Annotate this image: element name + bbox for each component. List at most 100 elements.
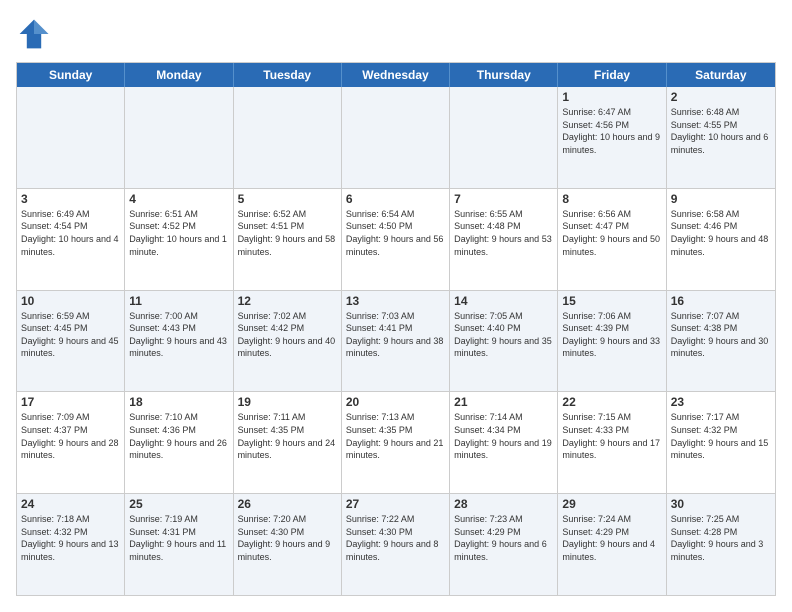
header-day-saturday: Saturday xyxy=(667,63,775,87)
day-info: Sunrise: 6:56 AM Sunset: 4:47 PM Dayligh… xyxy=(562,208,661,258)
day-number: 25 xyxy=(129,497,228,511)
day-info: Sunrise: 6:48 AM Sunset: 4:55 PM Dayligh… xyxy=(671,106,771,156)
day-cell-empty-0-4 xyxy=(450,87,558,188)
day-info: Sunrise: 7:05 AM Sunset: 4:40 PM Dayligh… xyxy=(454,310,553,360)
header-day-friday: Friday xyxy=(558,63,666,87)
day-info: Sunrise: 7:11 AM Sunset: 4:35 PM Dayligh… xyxy=(238,411,337,461)
day-cell-8: 8 Sunrise: 6:56 AM Sunset: 4:47 PM Daylig… xyxy=(558,189,666,290)
day-cell-10: 10Sunrise: 6:59 AM Sunset: 4:45 PM Dayli… xyxy=(17,291,125,392)
day-cell-empty-0-3 xyxy=(342,87,450,188)
day-info: Sunrise: 7:07 AM Sunset: 4:38 PM Dayligh… xyxy=(671,310,771,360)
calendar-row-3: 17 Sunrise: 7:09 AM Sunset: 4:37 PM Dayli… xyxy=(17,392,775,494)
day-cell-17: 17 Sunrise: 7:09 AM Sunset: 4:37 PM Dayli… xyxy=(17,392,125,493)
day-cell-5: 5 Sunrise: 6:52 AM Sunset: 4:51 PM Daylig… xyxy=(234,189,342,290)
day-cell-9: 9 Sunrise: 6:58 AM Sunset: 4:46 PM Daylig… xyxy=(667,189,775,290)
calendar-body: 1Sunrise: 6:47 AM Sunset: 4:56 PM Daylig… xyxy=(17,87,775,595)
day-info: Sunrise: 7:02 AM Sunset: 4:42 PM Dayligh… xyxy=(238,310,337,360)
day-number: 15 xyxy=(562,294,661,308)
calendar-row-2: 10Sunrise: 6:59 AM Sunset: 4:45 PM Dayli… xyxy=(17,291,775,393)
day-cell-29: 29 Sunrise: 7:24 AM Sunset: 4:29 PM Dayli… xyxy=(558,494,666,595)
day-number: 13 xyxy=(346,294,445,308)
day-cell-13: 13 Sunrise: 7:03 AM Sunset: 4:41 PM Dayli… xyxy=(342,291,450,392)
day-number: 9 xyxy=(671,192,771,206)
day-number: 27 xyxy=(346,497,445,511)
day-number: 2 xyxy=(671,90,771,104)
calendar-row-0: 1Sunrise: 6:47 AM Sunset: 4:56 PM Daylig… xyxy=(17,87,775,189)
day-number: 12 xyxy=(238,294,337,308)
calendar: SundayMondayTuesdayWednesdayThursdayFrid… xyxy=(16,62,776,596)
header-day-sunday: Sunday xyxy=(17,63,125,87)
day-number: 26 xyxy=(238,497,337,511)
day-cell-empty-0-2 xyxy=(234,87,342,188)
day-cell-empty-0-0 xyxy=(17,87,125,188)
day-info: Sunrise: 7:19 AM Sunset: 4:31 PM Dayligh… xyxy=(129,513,228,563)
calendar-row-4: 24 Sunrise: 7:18 AM Sunset: 4:32 PM Dayli… xyxy=(17,494,775,595)
day-number: 1 xyxy=(562,90,661,104)
day-info: Sunrise: 7:10 AM Sunset: 4:36 PM Dayligh… xyxy=(129,411,228,461)
day-cell-25: 25 Sunrise: 7:19 AM Sunset: 4:31 PM Dayli… xyxy=(125,494,233,595)
day-info: Sunrise: 7:25 AM Sunset: 4:28 PM Dayligh… xyxy=(671,513,771,563)
header-day-tuesday: Tuesday xyxy=(234,63,342,87)
logo-icon xyxy=(16,16,52,52)
day-cell-4: 4 Sunrise: 6:51 AM Sunset: 4:52 PM Daylig… xyxy=(125,189,233,290)
day-number: 16 xyxy=(671,294,771,308)
day-number: 5 xyxy=(238,192,337,206)
day-info: Sunrise: 7:03 AM Sunset: 4:41 PM Dayligh… xyxy=(346,310,445,360)
day-cell-14: 14 Sunrise: 7:05 AM Sunset: 4:40 PM Dayli… xyxy=(450,291,558,392)
day-info: Sunrise: 7:06 AM Sunset: 4:39 PM Dayligh… xyxy=(562,310,661,360)
day-info: Sunrise: 7:00 AM Sunset: 4:43 PM Dayligh… xyxy=(129,310,228,360)
day-info: Sunrise: 7:14 AM Sunset: 4:34 PM Dayligh… xyxy=(454,411,553,461)
day-cell-21: 21 Sunrise: 7:14 AM Sunset: 4:34 PM Dayli… xyxy=(450,392,558,493)
day-number: 22 xyxy=(562,395,661,409)
day-number: 28 xyxy=(454,497,553,511)
day-number: 18 xyxy=(129,395,228,409)
day-cell-empty-0-1 xyxy=(125,87,233,188)
day-number: 23 xyxy=(671,395,771,409)
day-info: Sunrise: 7:18 AM Sunset: 4:32 PM Dayligh… xyxy=(21,513,120,563)
day-cell-24: 24 Sunrise: 7:18 AM Sunset: 4:32 PM Dayli… xyxy=(17,494,125,595)
day-info: Sunrise: 6:58 AM Sunset: 4:46 PM Dayligh… xyxy=(671,208,771,258)
day-number: 11 xyxy=(129,294,228,308)
day-number: 10 xyxy=(21,294,120,308)
header-day-monday: Monday xyxy=(125,63,233,87)
day-number: 7 xyxy=(454,192,553,206)
day-info: Sunrise: 7:22 AM Sunset: 4:30 PM Dayligh… xyxy=(346,513,445,563)
day-cell-16: 16 Sunrise: 7:07 AM Sunset: 4:38 PM Dayli… xyxy=(667,291,775,392)
day-number: 29 xyxy=(562,497,661,511)
day-cell-6: 6 Sunrise: 6:54 AM Sunset: 4:50 PM Daylig… xyxy=(342,189,450,290)
day-number: 24 xyxy=(21,497,120,511)
day-cell-18: 18 Sunrise: 7:10 AM Sunset: 4:36 PM Dayli… xyxy=(125,392,233,493)
day-cell-3: 3Sunrise: 6:49 AM Sunset: 4:54 PM Daylig… xyxy=(17,189,125,290)
day-info: Sunrise: 7:23 AM Sunset: 4:29 PM Dayligh… xyxy=(454,513,553,563)
day-cell-28: 28 Sunrise: 7:23 AM Sunset: 4:29 PM Dayli… xyxy=(450,494,558,595)
day-cell-11: 11 Sunrise: 7:00 AM Sunset: 4:43 PM Dayli… xyxy=(125,291,233,392)
day-cell-7: 7Sunrise: 6:55 AM Sunset: 4:48 PM Daylig… xyxy=(450,189,558,290)
day-info: Sunrise: 7:17 AM Sunset: 4:32 PM Dayligh… xyxy=(671,411,771,461)
day-info: Sunrise: 7:09 AM Sunset: 4:37 PM Dayligh… xyxy=(21,411,120,461)
day-info: Sunrise: 7:24 AM Sunset: 4:29 PM Dayligh… xyxy=(562,513,661,563)
calendar-header: SundayMondayTuesdayWednesdayThursdayFrid… xyxy=(17,63,775,87)
header-day-thursday: Thursday xyxy=(450,63,558,87)
day-cell-26: 26Sunrise: 7:20 AM Sunset: 4:30 PM Dayli… xyxy=(234,494,342,595)
day-number: 4 xyxy=(129,192,228,206)
day-cell-30: 30 Sunrise: 7:25 AM Sunset: 4:28 PM Dayli… xyxy=(667,494,775,595)
day-number: 6 xyxy=(346,192,445,206)
page: SundayMondayTuesdayWednesdayThursdayFrid… xyxy=(0,0,792,612)
day-number: 21 xyxy=(454,395,553,409)
calendar-row-1: 3Sunrise: 6:49 AM Sunset: 4:54 PM Daylig… xyxy=(17,189,775,291)
day-number: 30 xyxy=(671,497,771,511)
day-cell-2: 2 Sunrise: 6:48 AM Sunset: 4:55 PM Daylig… xyxy=(667,87,775,188)
day-info: Sunrise: 6:54 AM Sunset: 4:50 PM Dayligh… xyxy=(346,208,445,258)
day-number: 3 xyxy=(21,192,120,206)
day-info: Sunrise: 6:51 AM Sunset: 4:52 PM Dayligh… xyxy=(129,208,228,258)
day-number: 19 xyxy=(238,395,337,409)
day-number: 14 xyxy=(454,294,553,308)
day-number: 17 xyxy=(21,395,120,409)
day-info: Sunrise: 7:15 AM Sunset: 4:33 PM Dayligh… xyxy=(562,411,661,461)
day-cell-22: 22 Sunrise: 7:15 AM Sunset: 4:33 PM Dayli… xyxy=(558,392,666,493)
day-cell-12: 12 Sunrise: 7:02 AM Sunset: 4:42 PM Dayli… xyxy=(234,291,342,392)
day-number: 20 xyxy=(346,395,445,409)
day-info: Sunrise: 6:52 AM Sunset: 4:51 PM Dayligh… xyxy=(238,208,337,258)
day-cell-27: 27 Sunrise: 7:22 AM Sunset: 4:30 PM Dayli… xyxy=(342,494,450,595)
day-number: 8 xyxy=(562,192,661,206)
